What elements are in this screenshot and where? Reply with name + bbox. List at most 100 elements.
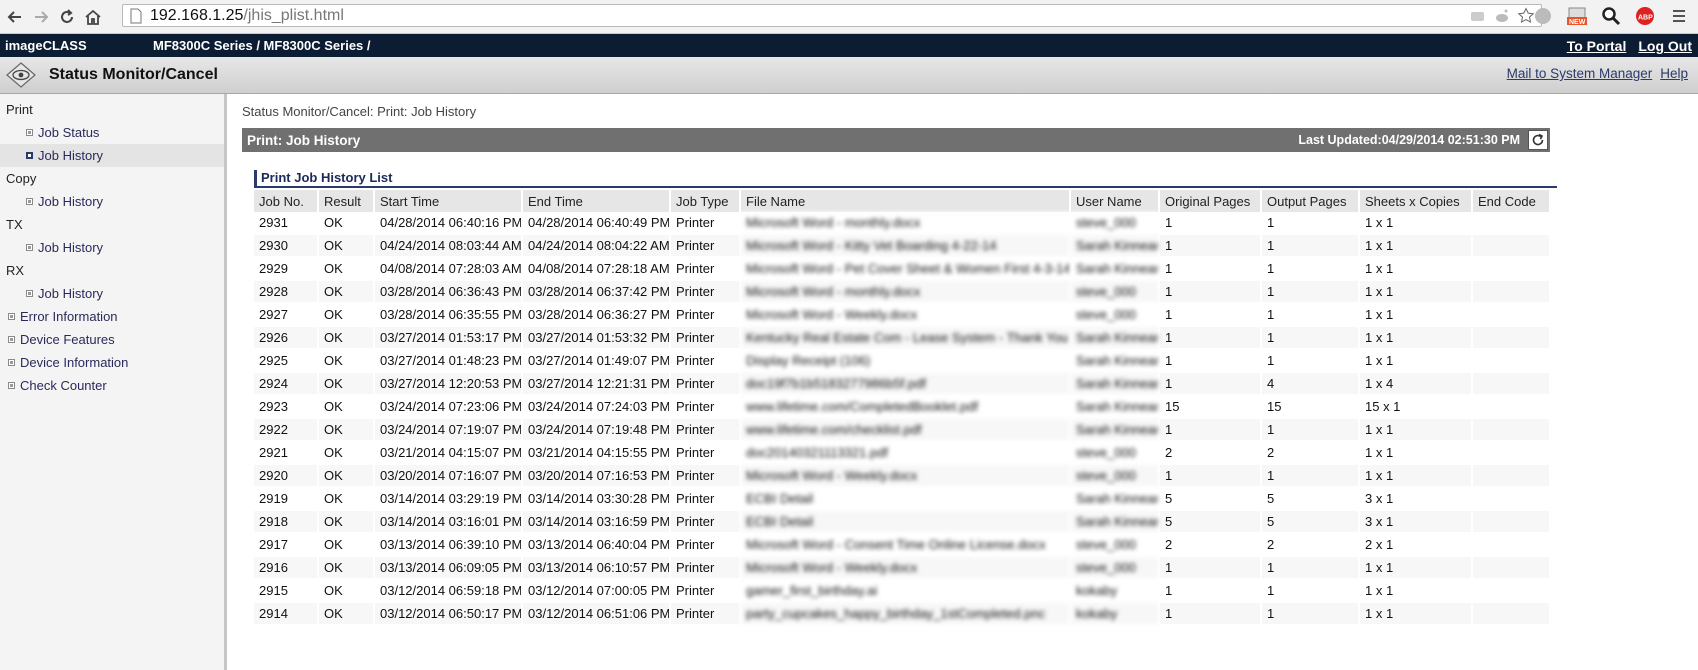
table-row[interactable]: 2929 OK 04/08/2014 07:28:03 AM 04/08/2014 0… <box>254 257 1551 281</box>
column-header: User Name <box>1070 188 1160 212</box>
home-button[interactable] <box>82 6 104 28</box>
table-cell: 04/24/2014 08:03:44 AM <box>374 234 523 258</box>
sidebar-item-rx-job-history[interactable]: Job History <box>0 282 224 305</box>
column-header: Sheets x Copies <box>1359 188 1473 212</box>
table-row[interactable]: 2926 OK 03/27/2014 01:53:17 PM 03/27/2014 0… <box>254 326 1551 350</box>
table-row[interactable]: 2925 OK 03/27/2014 01:48:23 PM 03/27/2014 0… <box>254 349 1551 373</box>
home-icon <box>85 9 101 25</box>
table-row[interactable]: 2915 OK 03/12/2014 06:59:18 PM 03/12/2014 0… <box>254 579 1551 603</box>
table-cell: gamer_first_birthday.ai <box>740 579 1071 603</box>
table-cell: 2922 <box>254 418 319 442</box>
help-link[interactable]: Help <box>1660 66 1688 81</box>
sidebar-item-device-features[interactable]: Device Features <box>0 328 224 351</box>
table-cell: Printer <box>670 326 741 350</box>
table-cell: Sarah Kinnear <box>1070 372 1160 396</box>
forward-button[interactable] <box>30 6 52 28</box>
table-row[interactable]: 2923 OK 03/24/2014 07:23:06 PM 03/24/2014 0… <box>254 395 1551 419</box>
table-row[interactable]: 2914 OK 03/12/2014 06:50:17 PM 03/12/2014 0… <box>254 602 1551 626</box>
table-row[interactable]: 2931 OK 04/28/2014 06:40:16 PM 04/28/2014 0… <box>254 212 1551 235</box>
svg-text:NEW: NEW <box>1569 19 1586 26</box>
table-cell: 3 x 1 <box>1359 487 1473 511</box>
table-cell: 15 <box>1261 395 1360 419</box>
table-cell: OK <box>318 280 375 304</box>
extension-icons: NEW ABP <box>1532 5 1690 27</box>
table-cell: 3 x 1 <box>1359 510 1473 534</box>
table-cell: 4 <box>1261 372 1360 396</box>
table-cell: www.lifetime.com/CompletedBooklet.pdf <box>740 395 1071 419</box>
table-row[interactable]: 2916 OK 03/13/2014 06:09:05 PM 03/13/2014 0… <box>254 556 1551 580</box>
table-cell <box>1472 464 1551 488</box>
table-cell: 2919 <box>254 487 319 511</box>
sidebar-item-print-job-status[interactable]: Job Status <box>0 121 224 144</box>
table-row[interactable]: 2917 OK 03/13/2014 06:39:10 PM 03/13/2014 0… <box>254 533 1551 557</box>
table-cell: 1 <box>1159 464 1262 488</box>
table-cell: 2917 <box>254 533 319 557</box>
table-cell <box>1472 303 1551 327</box>
sidebar-item-label: Job History <box>38 240 104 255</box>
sidebar-item-label: Error Information <box>20 309 118 324</box>
table-cell: 03/13/2014 06:39:10 PM <box>374 533 523 557</box>
table-cell: 2920 <box>254 464 319 488</box>
table-cell: Kentucky Real Estate Com - Lease System … <box>740 326 1071 350</box>
column-header: Job Type <box>670 188 741 212</box>
table-cell: 04/28/2014 06:40:49 PM <box>522 212 671 235</box>
table-cell: 15 <box>1159 395 1262 419</box>
to-portal-link[interactable]: To Portal <box>1567 38 1627 54</box>
adblock-extension[interactable]: ABP <box>1634 5 1656 27</box>
table-cell: OK <box>318 349 375 373</box>
table-cell: Sarah Kinnear <box>1070 349 1160 373</box>
table-cell: 04/24/2014 08:04:22 AM <box>522 234 671 258</box>
table-row[interactable]: 2928 OK 03/28/2014 06:36:43 PM 03/28/2014 0… <box>254 280 1551 304</box>
table-cell: 2915 <box>254 579 319 603</box>
column-header: Result <box>318 188 375 212</box>
table-cell: 03/27/2014 01:53:17 PM <box>374 326 523 350</box>
bullet-icon <box>8 359 15 366</box>
sidebar-item-tx-job-history[interactable]: Job History <box>0 236 224 259</box>
menu-button[interactable] <box>1668 5 1690 27</box>
sidebar-item-error-information[interactable]: Error Information <box>0 305 224 328</box>
table-cell: OK <box>318 303 375 327</box>
table-row[interactable]: 2921 OK 03/21/2014 04:15:07 PM 03/21/2014 0… <box>254 441 1551 465</box>
table-cell: 03/24/2014 07:24:03 PM <box>522 395 671 419</box>
search-extension[interactable] <box>1600 5 1622 27</box>
table-row[interactable]: 2922 OK 03/24/2014 07:19:07 PM 03/24/2014 0… <box>254 418 1551 442</box>
table-cell: Printer <box>670 303 741 327</box>
translate-icon[interactable] <box>1469 7 1487 25</box>
sidebar-item-device-information[interactable]: Device Information <box>0 351 224 374</box>
table-cell: 2921 <box>254 441 319 465</box>
sidebar-item-copy-job-history[interactable]: Job History <box>0 190 224 213</box>
table-cell: steve_000 <box>1070 441 1160 465</box>
table-row[interactable]: 2918 OK 03/14/2014 03:16:01 PM 03/14/2014 0… <box>254 510 1551 534</box>
table-row[interactable]: 2927 OK 03/28/2014 06:35:55 PM 03/28/2014 0… <box>254 303 1551 327</box>
sidebar-item-check-counter[interactable]: Check Counter <box>0 374 224 397</box>
table-cell: 03/14/2014 03:29:19 PM <box>374 487 523 511</box>
table-cell: OK <box>318 234 375 258</box>
table-row[interactable]: 2924 OK 03/27/2014 12:20:53 PM 03/27/2014 1… <box>254 372 1551 396</box>
bullet-icon <box>8 382 15 389</box>
table-cell: 03/28/2014 06:36:27 PM <box>522 303 671 327</box>
reload-button[interactable] <box>56 6 78 28</box>
new-extension[interactable]: NEW <box>1566 5 1588 27</box>
sidebar-item-label: Device Information <box>20 355 129 370</box>
table-row[interactable]: 2930 OK 04/24/2014 08:03:44 AM 04/24/2014 0… <box>254 234 1551 258</box>
address-bar[interactable]: 192.168.1.25/jhis_plist.html <box>122 4 1542 27</box>
table-cell: party_cupcakes_happy_birthday_1stComplet… <box>740 602 1071 626</box>
back-button[interactable] <box>4 6 26 28</box>
table-cell: 1 <box>1261 257 1360 281</box>
globe-extension[interactable] <box>1532 5 1554 27</box>
table-cell: 2914 <box>254 602 319 626</box>
mail-to-system-manager-link[interactable]: Mail to System Manager <box>1507 66 1653 81</box>
table-row[interactable]: 2919 OK 03/14/2014 03:29:19 PM 03/14/2014 0… <box>254 487 1551 511</box>
table-cell: OK <box>318 326 375 350</box>
table-row[interactable]: 2920 OK 03/20/2014 07:16:07 PM 03/20/2014 0… <box>254 464 1551 488</box>
sidebar-item-print-job-history[interactable]: Job History <box>0 144 224 167</box>
brand-name: imageCLASS <box>5 38 87 53</box>
log-out-link[interactable]: Log Out <box>1638 38 1692 54</box>
table-cell: 5 <box>1261 487 1360 511</box>
refresh-button[interactable] <box>1528 130 1548 150</box>
table-cell: 2 x 1 <box>1359 533 1473 557</box>
reddit-icon[interactable] <box>1493 7 1511 25</box>
table-cell <box>1472 349 1551 373</box>
table-cell: 1 x 1 <box>1359 349 1473 373</box>
table-cell: www.lifetime.com/checklist.pdf <box>740 418 1071 442</box>
